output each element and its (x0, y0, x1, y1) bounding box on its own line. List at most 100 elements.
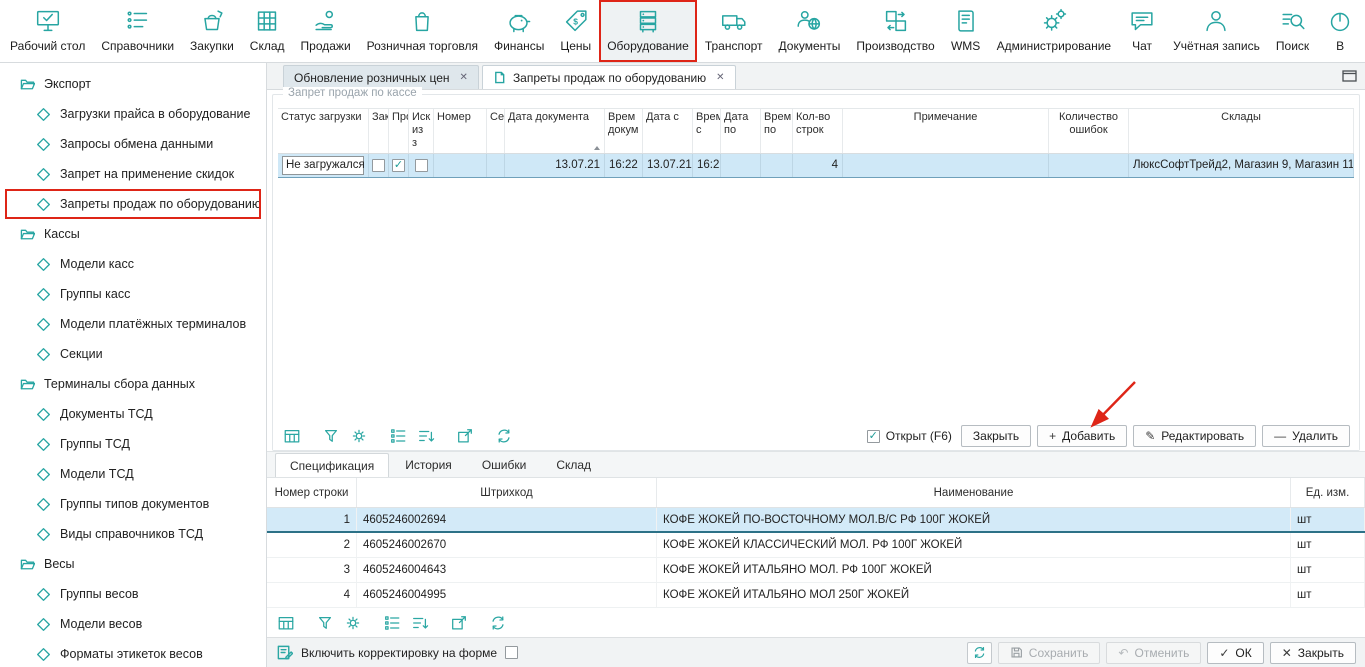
column-header-doc-time[interactable]: Врем докум (605, 109, 643, 153)
correction-checkbox[interactable] (505, 646, 518, 659)
tree-item-scale-groups[interactable]: Группы весов (5, 579, 261, 609)
refresh-icon[interactable] (494, 426, 514, 446)
tab-retail-price-update[interactable]: Обновление розничных цен ✕ (283, 65, 479, 89)
column-header-doc-date[interactable]: Дата документа (505, 109, 605, 153)
ribbon-item-documents[interactable]: Документы (771, 0, 849, 62)
ribbon-item-references[interactable]: Справочники (93, 0, 182, 62)
tree-item-cash-register-groups[interactable]: Группы касс (5, 279, 261, 309)
close-form-button[interactable]: ✕Закрыть (1270, 642, 1356, 664)
tree-item-cash-register-models[interactable]: Модели касс (5, 249, 261, 279)
column-header-time-from[interactable]: Врем с (693, 109, 721, 153)
ribbon-item-transport[interactable]: Транспорт (697, 0, 771, 62)
column-header-time-to[interactable]: Врем по (761, 109, 793, 153)
spec-row[interactable]: 2 4605246002670 КОФЕ ЖОКЕЙ КЛАССИЧЕСКИЙ … (267, 533, 1365, 558)
tree-item-discount-ban[interactable]: Запрет на применение скидок (5, 159, 261, 189)
column-header-note[interactable]: Примечание (843, 109, 1049, 153)
filter-icon[interactable] (315, 613, 335, 633)
cancel-button[interactable]: ↶Отменить (1106, 642, 1201, 664)
ok-button[interactable]: ✓ОК (1207, 642, 1263, 664)
tree-folder-export[interactable]: Экспорт (5, 69, 261, 99)
tab-errors[interactable]: Ошибки (468, 453, 541, 477)
close-tab-icon[interactable]: ✕ (457, 72, 468, 83)
ribbon-item-production[interactable]: Производство (848, 0, 942, 62)
tab-specification[interactable]: Спецификация (275, 453, 389, 477)
gear-icon[interactable] (343, 613, 363, 633)
tree-item-document-type-groups[interactable]: Группы типов документов (5, 489, 261, 519)
ribbon-item-finance[interactable]: Финансы (486, 0, 552, 62)
ribbon-item-administration[interactable]: Администрирование (989, 0, 1119, 62)
column-header-zak[interactable]: Зак (369, 109, 389, 153)
column-header-exclude[interactable]: Иск из з (409, 109, 434, 153)
grid-row-selected[interactable]: Не загружался ✓ 13.07.21 16:22 13.07.21 … (278, 154, 1354, 178)
exclude-checkbox[interactable] (415, 159, 428, 172)
ribbon-item-search[interactable]: Поиск (1268, 0, 1317, 62)
tree-folder-data-terminals[interactable]: Терминалы сбора данных (5, 369, 261, 399)
spec-row[interactable]: 3 4605246004643 КОФЕ ЖОКЕЙ ИТАЛЬЯНО МОЛ.… (267, 558, 1365, 583)
ribbon-item-desktop[interactable]: Рабочий стол (2, 0, 93, 62)
tab-equipment-sales-bans[interactable]: Запреты продаж по оборудованию ✕ (482, 65, 736, 89)
ribbon-item-warehouse[interactable]: Склад (242, 0, 293, 62)
gear-icon[interactable] (349, 426, 369, 446)
tree-item-price-uploads[interactable]: Загрузки прайса в оборудование (5, 99, 261, 129)
tab-history[interactable]: История (391, 453, 466, 477)
grid-view-icon[interactable] (282, 426, 302, 446)
ribbon-item-sales[interactable]: Продажи (293, 0, 359, 62)
spec-row[interactable]: 4 4605246004995 КОФЕ ЖОКЕЙ ИТАЛЬЯНО МОЛ … (267, 583, 1365, 608)
tree-item-tsd-groups[interactable]: Группы ТСД (5, 429, 261, 459)
ribbon-item-retail[interactable]: Розничная торговля (359, 0, 486, 62)
tree-item-data-exchange-requests[interactable]: Запросы обмена данными (5, 129, 261, 159)
sorted-list-icon[interactable] (410, 613, 430, 633)
refresh-form-button[interactable] (967, 642, 992, 664)
column-header-pro[interactable]: Про (389, 109, 409, 153)
filter-icon[interactable] (321, 426, 341, 446)
ribbon-item-wms[interactable]: WMS (943, 0, 989, 62)
ribbon-item-session[interactable]: В (1317, 0, 1363, 62)
sorted-list-icon[interactable] (416, 426, 436, 446)
maximize-panel-icon[interactable] (1342, 70, 1357, 82)
column-header-line-number[interactable]: Номер строки (267, 478, 357, 507)
tree-folder-cash-registers[interactable]: Кассы (5, 219, 261, 249)
grid-view-icon[interactable] (276, 613, 296, 633)
column-header-warehouses[interactable]: Склады (1129, 109, 1354, 153)
ribbon-item-prices[interactable]: $ Цены (552, 0, 599, 62)
tree-folder-scales[interactable]: Весы (5, 549, 261, 579)
ribbon-item-purchases[interactable]: Закупки (182, 0, 242, 62)
delete-button[interactable]: —Удалить (1262, 425, 1350, 447)
column-header-status[interactable]: Статус загрузки (278, 109, 369, 153)
tree-item-scale-models[interactable]: Модели весов (5, 609, 261, 639)
edit-button[interactable]: ✎Редактировать (1133, 425, 1256, 447)
tab-warehouse[interactable]: Склад (542, 453, 605, 477)
ribbon-item-equipment[interactable]: Оборудование (599, 0, 697, 62)
spec-row[interactable]: 1 4605246002694 КОФЕ ЖОКЕЙ ПО-ВОСТОЧНОМУ… (267, 508, 1365, 533)
open-f6-checkbox[interactable]: ✓ (867, 430, 880, 443)
tree-item-equipment-sales-bans[interactable]: Запреты продаж по оборудованию (5, 189, 261, 219)
numbered-list-icon[interactable] (382, 613, 402, 633)
numbered-list-icon[interactable] (388, 426, 408, 446)
column-header-row-count[interactable]: Кол-во строк (793, 109, 843, 153)
save-button[interactable]: Сохранить (998, 642, 1101, 664)
column-header-name[interactable]: Наименование (657, 478, 1291, 507)
zak-checkbox[interactable] (372, 159, 385, 172)
tree-item-payment-terminal-models[interactable]: Модели платёжных терминалов (5, 309, 261, 339)
ribbon-item-chat[interactable]: Чат (1119, 0, 1165, 62)
close-tab-icon[interactable]: ✕ (713, 72, 724, 83)
column-header-barcode[interactable]: Штрихкод (357, 478, 657, 507)
ribbon-item-account[interactable]: Учётная запись (1165, 0, 1268, 62)
refresh-icon[interactable] (488, 613, 508, 633)
column-header-date-from[interactable]: Дата с (643, 109, 693, 153)
tree-item-tsd-reference-types[interactable]: Виды справочников ТСД (5, 519, 261, 549)
add-button[interactable]: +Добавить (1037, 425, 1127, 447)
column-header-unit[interactable]: Ед. изм. (1291, 478, 1365, 507)
pro-checkbox[interactable]: ✓ (392, 159, 405, 172)
column-header-error-count[interactable]: Количество ошибок (1049, 109, 1129, 153)
open-external-icon[interactable] (455, 426, 475, 446)
column-header-number[interactable]: Номер (434, 109, 487, 153)
column-header-date-to[interactable]: Дата по (721, 109, 761, 153)
tree-item-sections[interactable]: Секции (5, 339, 261, 369)
close-record-button[interactable]: Закрыть (961, 425, 1031, 447)
status-editor[interactable]: Не загружался (282, 156, 364, 175)
tree-item-tsd-models[interactable]: Модели ТСД (5, 459, 261, 489)
open-external-icon[interactable] (449, 613, 469, 633)
tree-item-tsd-documents[interactable]: Документы ТСД (5, 399, 261, 429)
column-header-series[interactable]: Сер (487, 109, 505, 153)
